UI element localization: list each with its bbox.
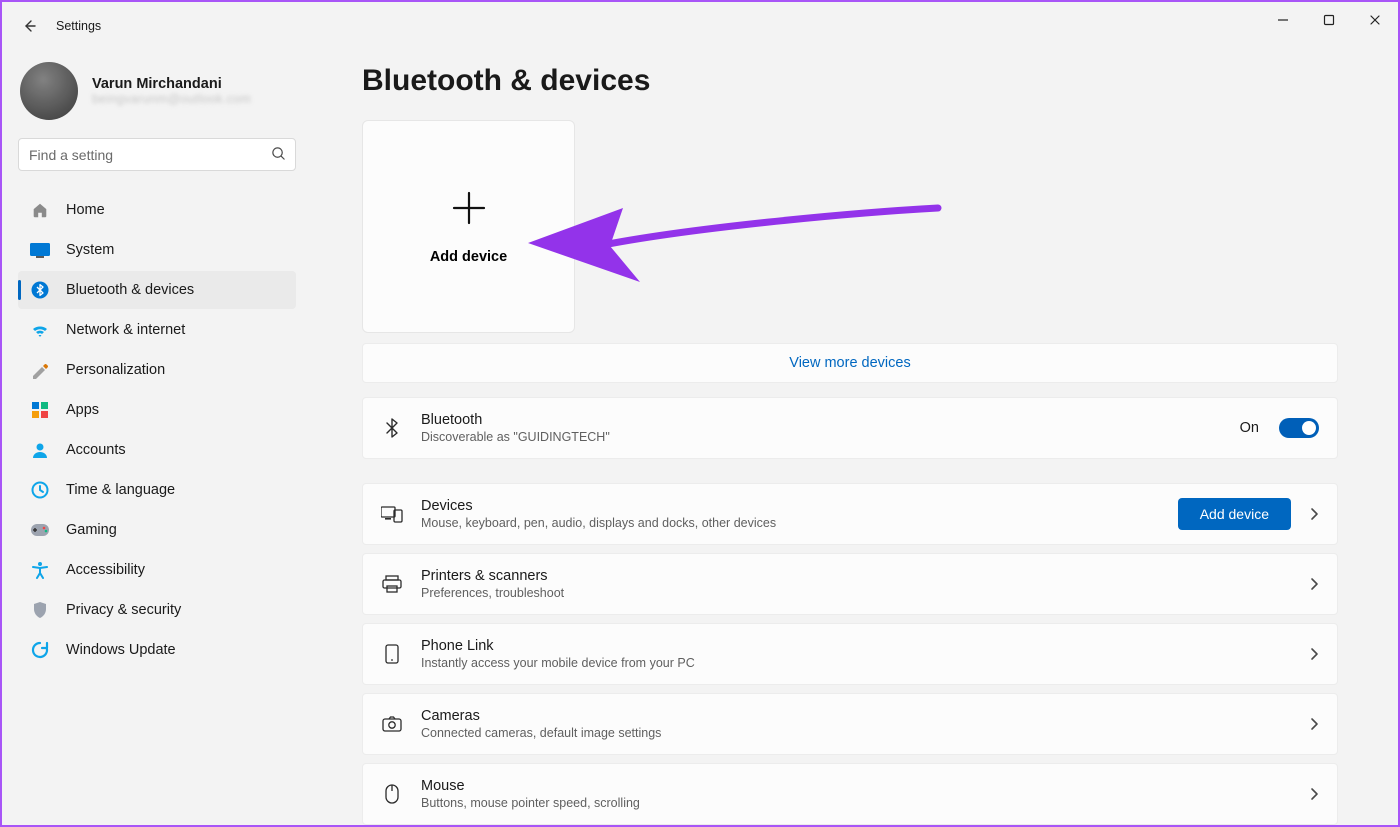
- cameras-subtitle: Connected cameras, default image setting…: [421, 726, 1291, 740]
- nav-item-time[interactable]: Time & language: [18, 471, 296, 509]
- view-more-devices-link[interactable]: View more devices: [362, 343, 1338, 383]
- close-icon: [1369, 14, 1381, 26]
- avatar: [20, 62, 78, 120]
- nav-item-label: Privacy & security: [66, 602, 284, 618]
- maximize-button[interactable]: [1306, 2, 1352, 38]
- maximize-icon: [1323, 14, 1335, 26]
- settings-rows: Devices Mouse, keyboard, pen, audio, disp…: [362, 483, 1338, 825]
- chevron-right-icon: [1309, 787, 1319, 801]
- nav-item-label: Bluetooth & devices: [66, 282, 284, 298]
- search-icon: [271, 146, 286, 161]
- printers-icon: [381, 575, 403, 593]
- nav-item-apps[interactable]: Apps: [18, 391, 296, 429]
- printers-title: Printers & scanners: [421, 568, 1291, 584]
- gaming-icon: [30, 520, 50, 540]
- nav-item-label: Personalization: [66, 362, 284, 378]
- devices-title: Devices: [421, 498, 1160, 514]
- accounts-icon: [30, 440, 50, 460]
- bluetooth-toggle-label: On: [1240, 420, 1259, 436]
- search-box: [18, 138, 296, 171]
- bluetooth-title: Bluetooth: [421, 412, 1222, 428]
- chevron-right-icon: [1309, 717, 1319, 731]
- chevron-right-icon: [1309, 507, 1319, 521]
- nav-item-system[interactable]: System: [18, 231, 296, 269]
- nav-item-bluetooth[interactable]: Bluetooth & devices: [18, 271, 296, 309]
- row-mouse[interactable]: Mouse Buttons, mouse pointer speed, scrol…: [362, 763, 1338, 825]
- network-icon: [30, 320, 50, 340]
- window-title: Settings: [56, 19, 101, 33]
- nav-item-network[interactable]: Network & internet: [18, 311, 296, 349]
- time-icon: [30, 480, 50, 500]
- account-name: Varun Mirchandani: [92, 76, 251, 92]
- nav-item-personalize[interactable]: Personalization: [18, 351, 296, 389]
- row-phone[interactable]: Phone Link Instantly access your mobile d…: [362, 623, 1338, 685]
- nav-item-label: Gaming: [66, 522, 284, 538]
- page-title: Bluetooth & devices: [362, 64, 1338, 98]
- bluetooth-toggle-row: Bluetooth Discoverable as "GUIDINGTECH" …: [362, 397, 1338, 459]
- nav-item-label: Network & internet: [66, 322, 284, 338]
- phone-title: Phone Link: [421, 638, 1291, 654]
- apps-icon: [30, 400, 50, 420]
- row-printers[interactable]: Printers & scanners Preferences, troubles…: [362, 553, 1338, 615]
- mouse-subtitle: Buttons, mouse pointer speed, scrolling: [421, 796, 1291, 810]
- mouse-icon: [381, 784, 403, 804]
- printers-subtitle: Preferences, troubleshoot: [421, 586, 1291, 600]
- nav-item-home[interactable]: Home: [18, 191, 296, 229]
- row-devices[interactable]: Devices Mouse, keyboard, pen, audio, disp…: [362, 483, 1338, 545]
- minimize-icon: [1277, 14, 1289, 26]
- sidebar: Varun Mirchandani beingvarunm@outlook.co…: [2, 50, 312, 825]
- update-icon: [30, 640, 50, 660]
- home-icon: [30, 200, 50, 220]
- system-icon: [30, 240, 50, 260]
- add-device-label: Add device: [430, 249, 507, 265]
- devices-add-button[interactable]: Add device: [1178, 498, 1291, 530]
- titlebar: Settings: [2, 2, 1398, 50]
- nav-item-label: Windows Update: [66, 642, 284, 658]
- account-block[interactable]: Varun Mirchandani beingvarunm@outlook.co…: [20, 62, 296, 120]
- back-button[interactable]: [10, 18, 50, 34]
- cameras-icon: [381, 716, 403, 732]
- nav-item-label: System: [66, 242, 284, 258]
- accessibility-icon: [30, 560, 50, 580]
- nav-item-accessibility[interactable]: Accessibility: [18, 551, 296, 589]
- window-controls: [1260, 2, 1398, 38]
- nav-item-gaming[interactable]: Gaming: [18, 511, 296, 549]
- view-more-label: View more devices: [789, 355, 910, 371]
- mouse-title: Mouse: [421, 778, 1291, 794]
- bluetooth-subtitle: Discoverable as "GUIDINGTECH": [421, 430, 1222, 444]
- bluetooth-icon: [381, 417, 403, 439]
- privacy-icon: [30, 600, 50, 620]
- nav-item-update[interactable]: Windows Update: [18, 631, 296, 669]
- nav-item-privacy[interactable]: Privacy & security: [18, 591, 296, 629]
- search-input[interactable]: [18, 138, 296, 171]
- arrow-left-icon: [22, 18, 38, 34]
- bluetooth-toggle[interactable]: [1279, 418, 1319, 438]
- row-cameras[interactable]: Cameras Connected cameras, default image …: [362, 693, 1338, 755]
- nav-item-label: Accessibility: [66, 562, 284, 578]
- nav-item-label: Accounts: [66, 442, 284, 458]
- nav-item-label: Home: [66, 202, 284, 218]
- plus-icon: [450, 189, 488, 227]
- nav-item-accounts[interactable]: Accounts: [18, 431, 296, 469]
- nav: Home System Bluetooth & devices Network & i…: [18, 191, 296, 669]
- cameras-title: Cameras: [421, 708, 1291, 724]
- add-device-card[interactable]: Add device: [362, 120, 575, 333]
- content: Bluetooth & devices Add device View more…: [312, 50, 1398, 825]
- bluetooth-icon: [30, 280, 50, 300]
- devices-subtitle: Mouse, keyboard, pen, audio, displays an…: [421, 516, 1160, 530]
- nav-item-label: Time & language: [66, 482, 284, 498]
- minimize-button[interactable]: [1260, 2, 1306, 38]
- phone-icon: [381, 644, 403, 664]
- nav-item-label: Apps: [66, 402, 284, 418]
- account-email: beingvarunm@outlook.com: [92, 92, 251, 106]
- devices-icon: [381, 505, 403, 523]
- phone-subtitle: Instantly access your mobile device from…: [421, 656, 1291, 670]
- chevron-right-icon: [1309, 577, 1319, 591]
- personalize-icon: [30, 360, 50, 380]
- chevron-right-icon: [1309, 647, 1319, 661]
- close-button[interactable]: [1352, 2, 1398, 38]
